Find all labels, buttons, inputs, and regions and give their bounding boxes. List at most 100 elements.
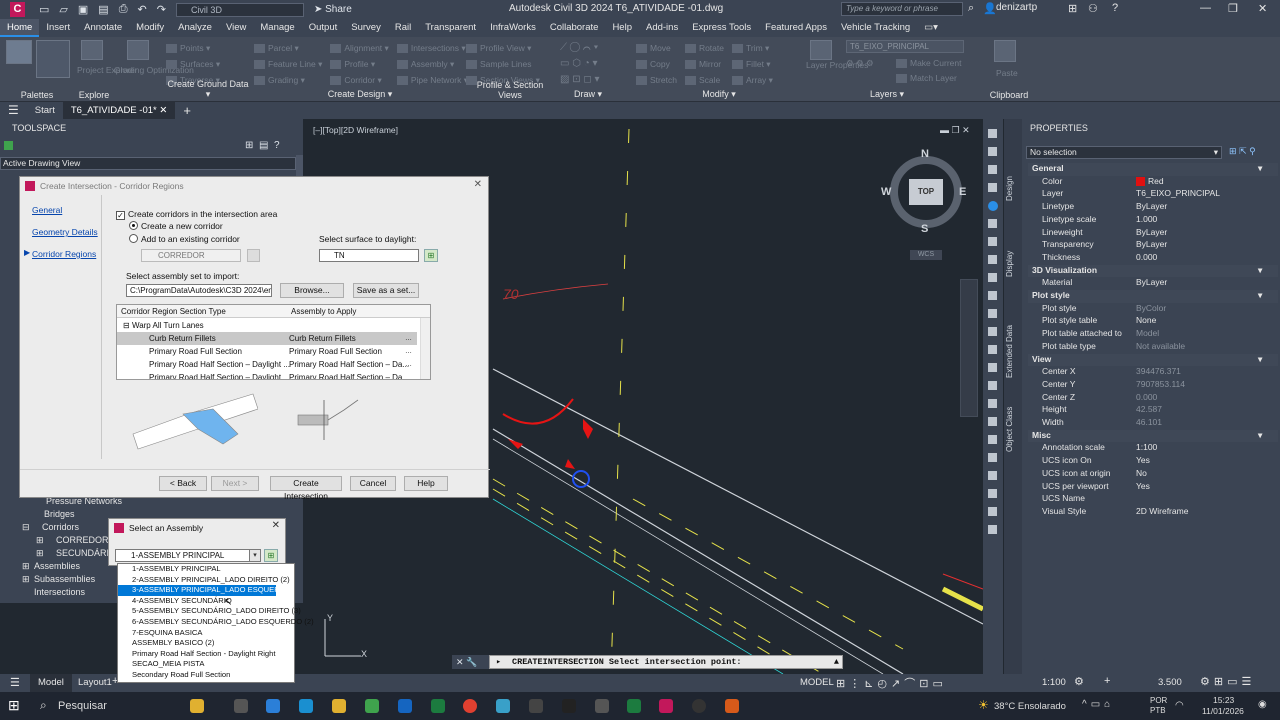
app-icon-2[interactable] bbox=[529, 699, 543, 713]
panel-title-create-design[interactable]: Create Design ▾ bbox=[254, 89, 466, 100]
assembly-option[interactable]: SECAO_MEIA PISTA bbox=[118, 659, 288, 670]
grading-menu[interactable]: Grading ▾ bbox=[254, 72, 322, 88]
tab-rail[interactable]: Rail bbox=[388, 19, 418, 37]
viewport-controls-label[interactable]: [–][Top][2D Wireframe] bbox=[313, 125, 398, 135]
property-row[interactable]: Visual Style 2D Wireframe bbox=[1028, 506, 1278, 519]
undo-icon[interactable]: ↶ bbox=[138, 3, 147, 16]
user-icon[interactable]: 👤 bbox=[983, 2, 997, 15]
tree-view-icon[interactable]: ⊞ bbox=[245, 140, 253, 151]
close-icon[interactable]: ✕ bbox=[1258, 2, 1267, 15]
sample-lines-button[interactable]: Sample Lines bbox=[466, 56, 554, 72]
corridor-menu[interactable]: Corridor ▾ bbox=[330, 72, 388, 88]
tab-help[interactable]: Help bbox=[605, 19, 639, 37]
list-view-icon[interactable]: ▤ bbox=[259, 140, 268, 151]
notifications-icon[interactable]: ◉ bbox=[1258, 699, 1267, 710]
property-row[interactable]: Plot style table None bbox=[1028, 315, 1278, 328]
media-icon[interactable] bbox=[692, 699, 706, 713]
navigation-bar[interactable] bbox=[960, 279, 978, 417]
assembly-option[interactable]: 4-ASSEMBLY SECUNDÁRIO bbox=[118, 596, 288, 607]
app-logo[interactable]: C bbox=[10, 2, 25, 17]
new-tab-button[interactable]: + bbox=[175, 102, 199, 119]
property-row[interactable]: Height 42.587 bbox=[1028, 404, 1278, 417]
new-icon[interactable]: ▭ bbox=[39, 3, 49, 16]
property-row[interactable]: Thickness 0.000 bbox=[1028, 252, 1278, 265]
compass-north[interactable]: N bbox=[921, 148, 929, 160]
tab-object-class[interactable]: Object Class bbox=[1005, 397, 1021, 462]
assembly-menu[interactable]: Assembly ▾ bbox=[396, 56, 468, 72]
tab-home[interactable]: Home bbox=[0, 19, 40, 37]
grid-row-primary-full[interactable]: Primary Road Full Section Primary Road F… bbox=[117, 345, 417, 358]
grid-group-row[interactable]: ⊟ Warp All Turn Lanes bbox=[123, 319, 204, 332]
app-icon-3[interactable] bbox=[595, 699, 609, 713]
assembly-option[interactable]: 5-ASSEMBLY SECUNDÁRIO_LADO DIREITO (3) bbox=[118, 606, 301, 617]
windows-start-icon[interactable]: ⊞ bbox=[8, 697, 20, 714]
plus-icon[interactable]: + bbox=[1104, 675, 1110, 687]
move-button[interactable]: Move bbox=[636, 40, 677, 56]
excel-icon[interactable] bbox=[431, 699, 445, 713]
viewcube-top[interactable]: TOP bbox=[909, 179, 943, 205]
assembly-option[interactable]: 7-ESQUINA BASICA bbox=[118, 628, 288, 639]
active-drawing-view-dropdown[interactable]: Active Drawing View bbox=[0, 157, 296, 170]
property-row[interactable]: Layer T6_EIXO_PRINCIPAL bbox=[1028, 188, 1278, 201]
existing-corridor-radio[interactable]: Add to an existing corridor bbox=[129, 234, 240, 244]
grid-row-curb-return[interactable]: Curb Return Fillets Curb Return Fillets … bbox=[117, 332, 417, 345]
app-icon-1[interactable] bbox=[496, 699, 510, 713]
array-menu[interactable]: Array ▾ bbox=[731, 72, 773, 88]
panel-title-palettes[interactable]: Palettes bbox=[0, 90, 74, 100]
points-menu[interactable]: Points ▾ bbox=[166, 40, 250, 56]
tab-design[interactable]: Design bbox=[1005, 164, 1021, 214]
cancel-button[interactable]: Cancel bbox=[350, 476, 396, 491]
civil3d-taskbar-icon[interactable] bbox=[659, 699, 673, 713]
layout1-tab[interactable]: Layout1 bbox=[78, 674, 112, 692]
dialog-title-bar[interactable]: Create Intersection - Corridor Regions ✕ bbox=[20, 177, 488, 195]
panel-title-modify[interactable]: Modify ▾ bbox=[636, 89, 802, 100]
select-assembly-close-icon[interactable]: ✕ bbox=[272, 520, 280, 531]
corridor-select[interactable]: CORREDOR bbox=[141, 249, 241, 262]
panel-title-create-ground-data[interactable]: Create Ground Data ▾ bbox=[166, 79, 250, 100]
dialog-close-icon[interactable]: ✕ bbox=[474, 179, 482, 190]
property-section-header[interactable]: View ▾ bbox=[1028, 353, 1278, 367]
tab-display[interactable]: Display bbox=[1005, 239, 1021, 289]
property-section-header[interactable]: General ▾ bbox=[1028, 163, 1278, 176]
parcel-menu[interactable]: Parcel ▾ bbox=[254, 40, 322, 56]
tab-infraworks[interactable]: InfraWorks bbox=[483, 19, 543, 37]
assembly-option[interactable]: ASSEMBLY BASICO (2) bbox=[118, 638, 288, 649]
save-as-set-button[interactable]: Save as a set... bbox=[353, 283, 419, 298]
assembly-combo-arrow-icon[interactable]: ▾ bbox=[249, 549, 261, 562]
settings-gear-icon[interactable]: ⚙ bbox=[1074, 675, 1084, 688]
grid-scrollbar[interactable] bbox=[420, 318, 430, 379]
toolspace-icon[interactable] bbox=[4, 141, 13, 150]
taskbar-search[interactable]: Pesquisar bbox=[58, 700, 107, 712]
store-icon[interactable] bbox=[365, 699, 379, 713]
selection-dropdown[interactable]: No selection ▾ bbox=[1026, 146, 1222, 159]
tree-corredor[interactable]: ⊞ CORREDOR bbox=[36, 535, 109, 546]
line-icon[interactable]: ⟋ ◯ ⌒ ▾ bbox=[560, 40, 620, 56]
weather-icon[interactable]: ☀ bbox=[978, 698, 989, 712]
chrome-icon[interactable] bbox=[463, 699, 477, 713]
palettes-grid-icon[interactable] bbox=[36, 40, 70, 78]
property-section-header[interactable]: Misc ▾ bbox=[1028, 429, 1278, 443]
next-button[interactable]: Next > bbox=[211, 476, 259, 491]
tab-output[interactable]: Output bbox=[302, 19, 345, 37]
panel-title-draw[interactable]: Draw ▾ bbox=[556, 89, 620, 100]
tab-annotate[interactable]: Annotate bbox=[77, 19, 129, 37]
assembly-option[interactable]: 1-ASSEMBLY PRINCIPAL bbox=[118, 564, 288, 575]
taskbar-search-icon[interactable]: ⌕ bbox=[40, 698, 47, 713]
property-row[interactable]: Center Z 0.000 bbox=[1028, 392, 1278, 405]
pick-assembly-icon[interactable]: ⊞ bbox=[264, 549, 278, 562]
save-as-icon[interactable]: ▤ bbox=[98, 3, 108, 16]
workspace-dropdown[interactable]: Civil 3D bbox=[175, 2, 304, 17]
property-row[interactable]: Material ByLayer bbox=[1028, 277, 1278, 290]
share-button[interactable]: ➤ Share bbox=[314, 4, 352, 15]
tab-analyze[interactable]: Analyze bbox=[171, 19, 219, 37]
assembly-option-highlighted[interactable]: 3-ASSEMBLY PRINCIPAL_LADO ESQUERDO bbox=[118, 585, 291, 596]
match-layer-button[interactable]: Match Layer bbox=[896, 70, 957, 86]
tree-secundario[interactable]: ⊞ SECUNDÁRIO bbox=[36, 548, 116, 559]
panel-title-clipboard[interactable]: Clipboard bbox=[974, 90, 1044, 100]
property-row[interactable]: UCS icon at origin No bbox=[1028, 468, 1278, 481]
viewport-maximize-icon[interactable]: ❐ bbox=[952, 125, 960, 135]
tree-subassemblies[interactable]: ⊞ Subassemblies bbox=[22, 574, 95, 585]
stretch-button[interactable]: Stretch bbox=[636, 72, 677, 88]
collapse-chevron-icon[interactable]: ▾ bbox=[1258, 265, 1262, 278]
tab-collaborate[interactable]: Collaborate bbox=[543, 19, 606, 37]
